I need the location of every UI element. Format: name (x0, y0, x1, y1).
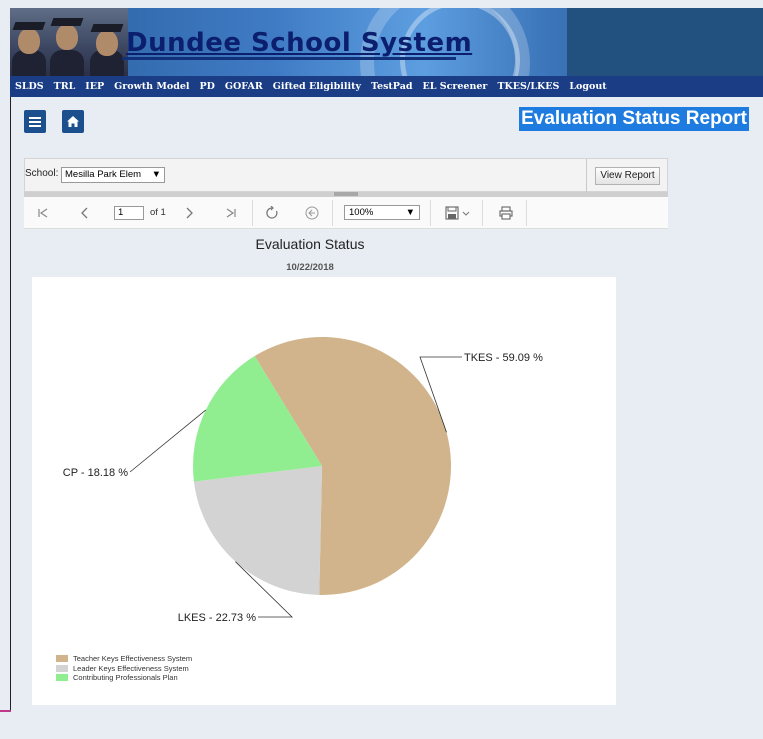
next-page-button[interactable] (182, 204, 196, 222)
nav-item-testpad[interactable]: TestPad (366, 81, 417, 92)
nav-item-iep[interactable]: IEP (80, 81, 109, 92)
nav-item-gifted-eligibility[interactable]: Gifted Eligibility (268, 81, 366, 92)
toolbar-divider (252, 200, 253, 226)
nav-item-trl[interactable]: TRL (49, 81, 81, 92)
legend-item: Contributing Professionals Plan (56, 673, 192, 683)
nav-item-pd[interactable]: PD (195, 81, 220, 92)
chevron-right-icon (186, 207, 193, 219)
zoom-value: 100% (349, 207, 374, 218)
home-icon (67, 116, 79, 127)
chevron-left-icon (81, 207, 88, 219)
pie-chart: TKES - 59.09 % LKES - 22.73 % CP - 18.18 %… (32, 277, 616, 705)
menu-button[interactable] (24, 110, 46, 133)
legend-swatch (56, 674, 68, 682)
report-toolbar: 1 of 1 100% ▼ (24, 197, 668, 229)
toolbar-divider (482, 200, 483, 226)
left-border (10, 97, 11, 711)
legend-label: Leader Keys Effectiveness System (73, 663, 189, 673)
pie-slice (193, 466, 322, 595)
toolbar-divider (332, 200, 333, 226)
divider (586, 159, 587, 193)
graduates-photo (10, 8, 128, 76)
first-page-icon (38, 208, 48, 218)
nav-filler (613, 76, 763, 97)
report-title: Evaluation Status (255, 236, 365, 252)
toolbar-divider (430, 200, 431, 226)
title-underline-bar (122, 57, 456, 60)
dropdown-arrow-icon: ▼ (151, 169, 161, 180)
print-button[interactable] (498, 204, 514, 222)
last-page-icon (226, 208, 236, 218)
refresh-button[interactable] (264, 204, 280, 222)
last-page-button[interactable] (224, 204, 238, 222)
school-select[interactable]: Mesilla Park Elem ▼ (61, 167, 165, 183)
previous-page-button[interactable] (78, 204, 92, 222)
main-nav: SLDS TRL IEP Growth Model PD GOFAR Gifte… (10, 76, 613, 97)
legend-label: Contributing Professionals Plan (73, 673, 178, 683)
legend-item: Teacher Keys Effectiveness System (56, 654, 192, 664)
legend-label: Teacher Keys Effectiveness System (73, 654, 193, 664)
slice-label: LKES - 22.73 % (178, 612, 256, 624)
site-title: Dundee School System (126, 28, 473, 58)
legend-item: Leader Keys Effectiveness System (56, 664, 192, 674)
school-label: School: (25, 168, 59, 179)
save-icon (445, 206, 470, 220)
splitter-grip-icon[interactable] (334, 192, 358, 196)
chart-legend: Teacher Keys Effectiveness System Leader… (56, 654, 192, 683)
zoom-select[interactable]: 100% ▼ (344, 205, 420, 220)
page-number-input[interactable]: 1 (114, 206, 144, 220)
nav-item-tkes-lkes[interactable]: TKES/LKES (492, 81, 564, 92)
accent-mark (0, 710, 11, 712)
report-date: 10/22/2018 (286, 262, 334, 273)
refresh-icon (266, 206, 278, 219)
view-report-button[interactable]: View Report (595, 167, 660, 185)
slice-label: CP - 18.18 % (63, 467, 128, 479)
parameter-area: School: Mesilla Park Elem ▼ View Report (24, 158, 668, 193)
school-select-value: Mesilla Park Elem (65, 169, 142, 180)
nav-item-slds[interactable]: SLDS (10, 81, 49, 92)
toolbar-divider (526, 200, 527, 226)
nav-item-logout[interactable]: Logout (564, 81, 611, 92)
site-banner: Dundee School System (10, 8, 763, 76)
nav-item-growth-model[interactable]: Growth Model (109, 81, 194, 92)
nav-item-gofar[interactable]: GOFAR (220, 81, 268, 92)
page-title: Evaluation Status Report (519, 107, 749, 131)
hamburger-icon (29, 116, 41, 127)
dropdown-arrow-icon: ▼ (405, 207, 415, 218)
page-count-label: of 1 (150, 207, 166, 218)
legend-swatch (56, 664, 68, 672)
slice-label: TKES - 59.09 % (464, 352, 543, 364)
back-to-parent-button[interactable] (304, 204, 320, 222)
print-icon (499, 206, 513, 220)
nav-item-el-screener[interactable]: EL Screener (418, 81, 493, 92)
home-button[interactable] (62, 110, 84, 133)
export-button[interactable] (444, 204, 472, 222)
first-page-button[interactable] (36, 204, 50, 222)
pie-chart-svg: TKES - 59.09 % LKES - 22.73 % CP - 18.18 % (63, 337, 543, 624)
back-arrow-icon (305, 206, 319, 220)
banner-dark-band (567, 8, 763, 76)
legend-swatch (56, 655, 68, 663)
